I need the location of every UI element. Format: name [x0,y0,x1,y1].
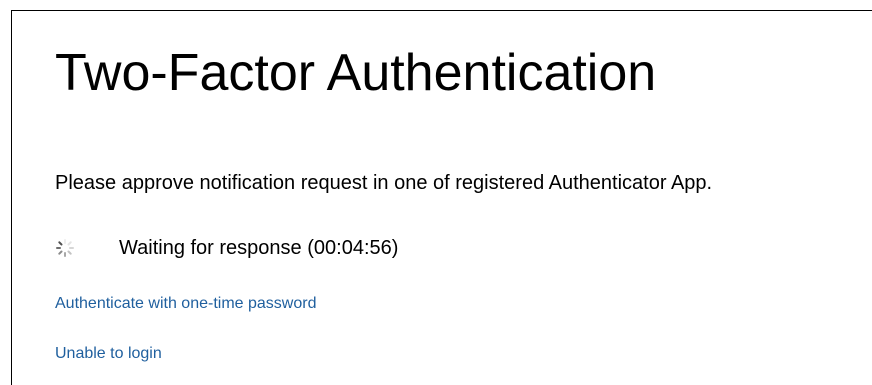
auth-panel: Two-Factor Authentication Please approve… [11,10,872,385]
page: Two-Factor Authentication Please approve… [0,0,872,385]
page-title: Two-Factor Authentication [55,44,657,102]
unable-to-login-link[interactable]: Unable to login [55,344,162,364]
top-strip [0,0,872,10]
loading-spinner-icon [55,238,75,258]
waiting-status: Waiting for response (00:04:56) [55,235,398,261]
instructions-text: Please approve notification request in o… [55,172,713,194]
waiting-label: Waiting for response (00:04:56) [119,237,399,259]
one-time-password-link[interactable]: Authenticate with one-time password [55,294,316,314]
